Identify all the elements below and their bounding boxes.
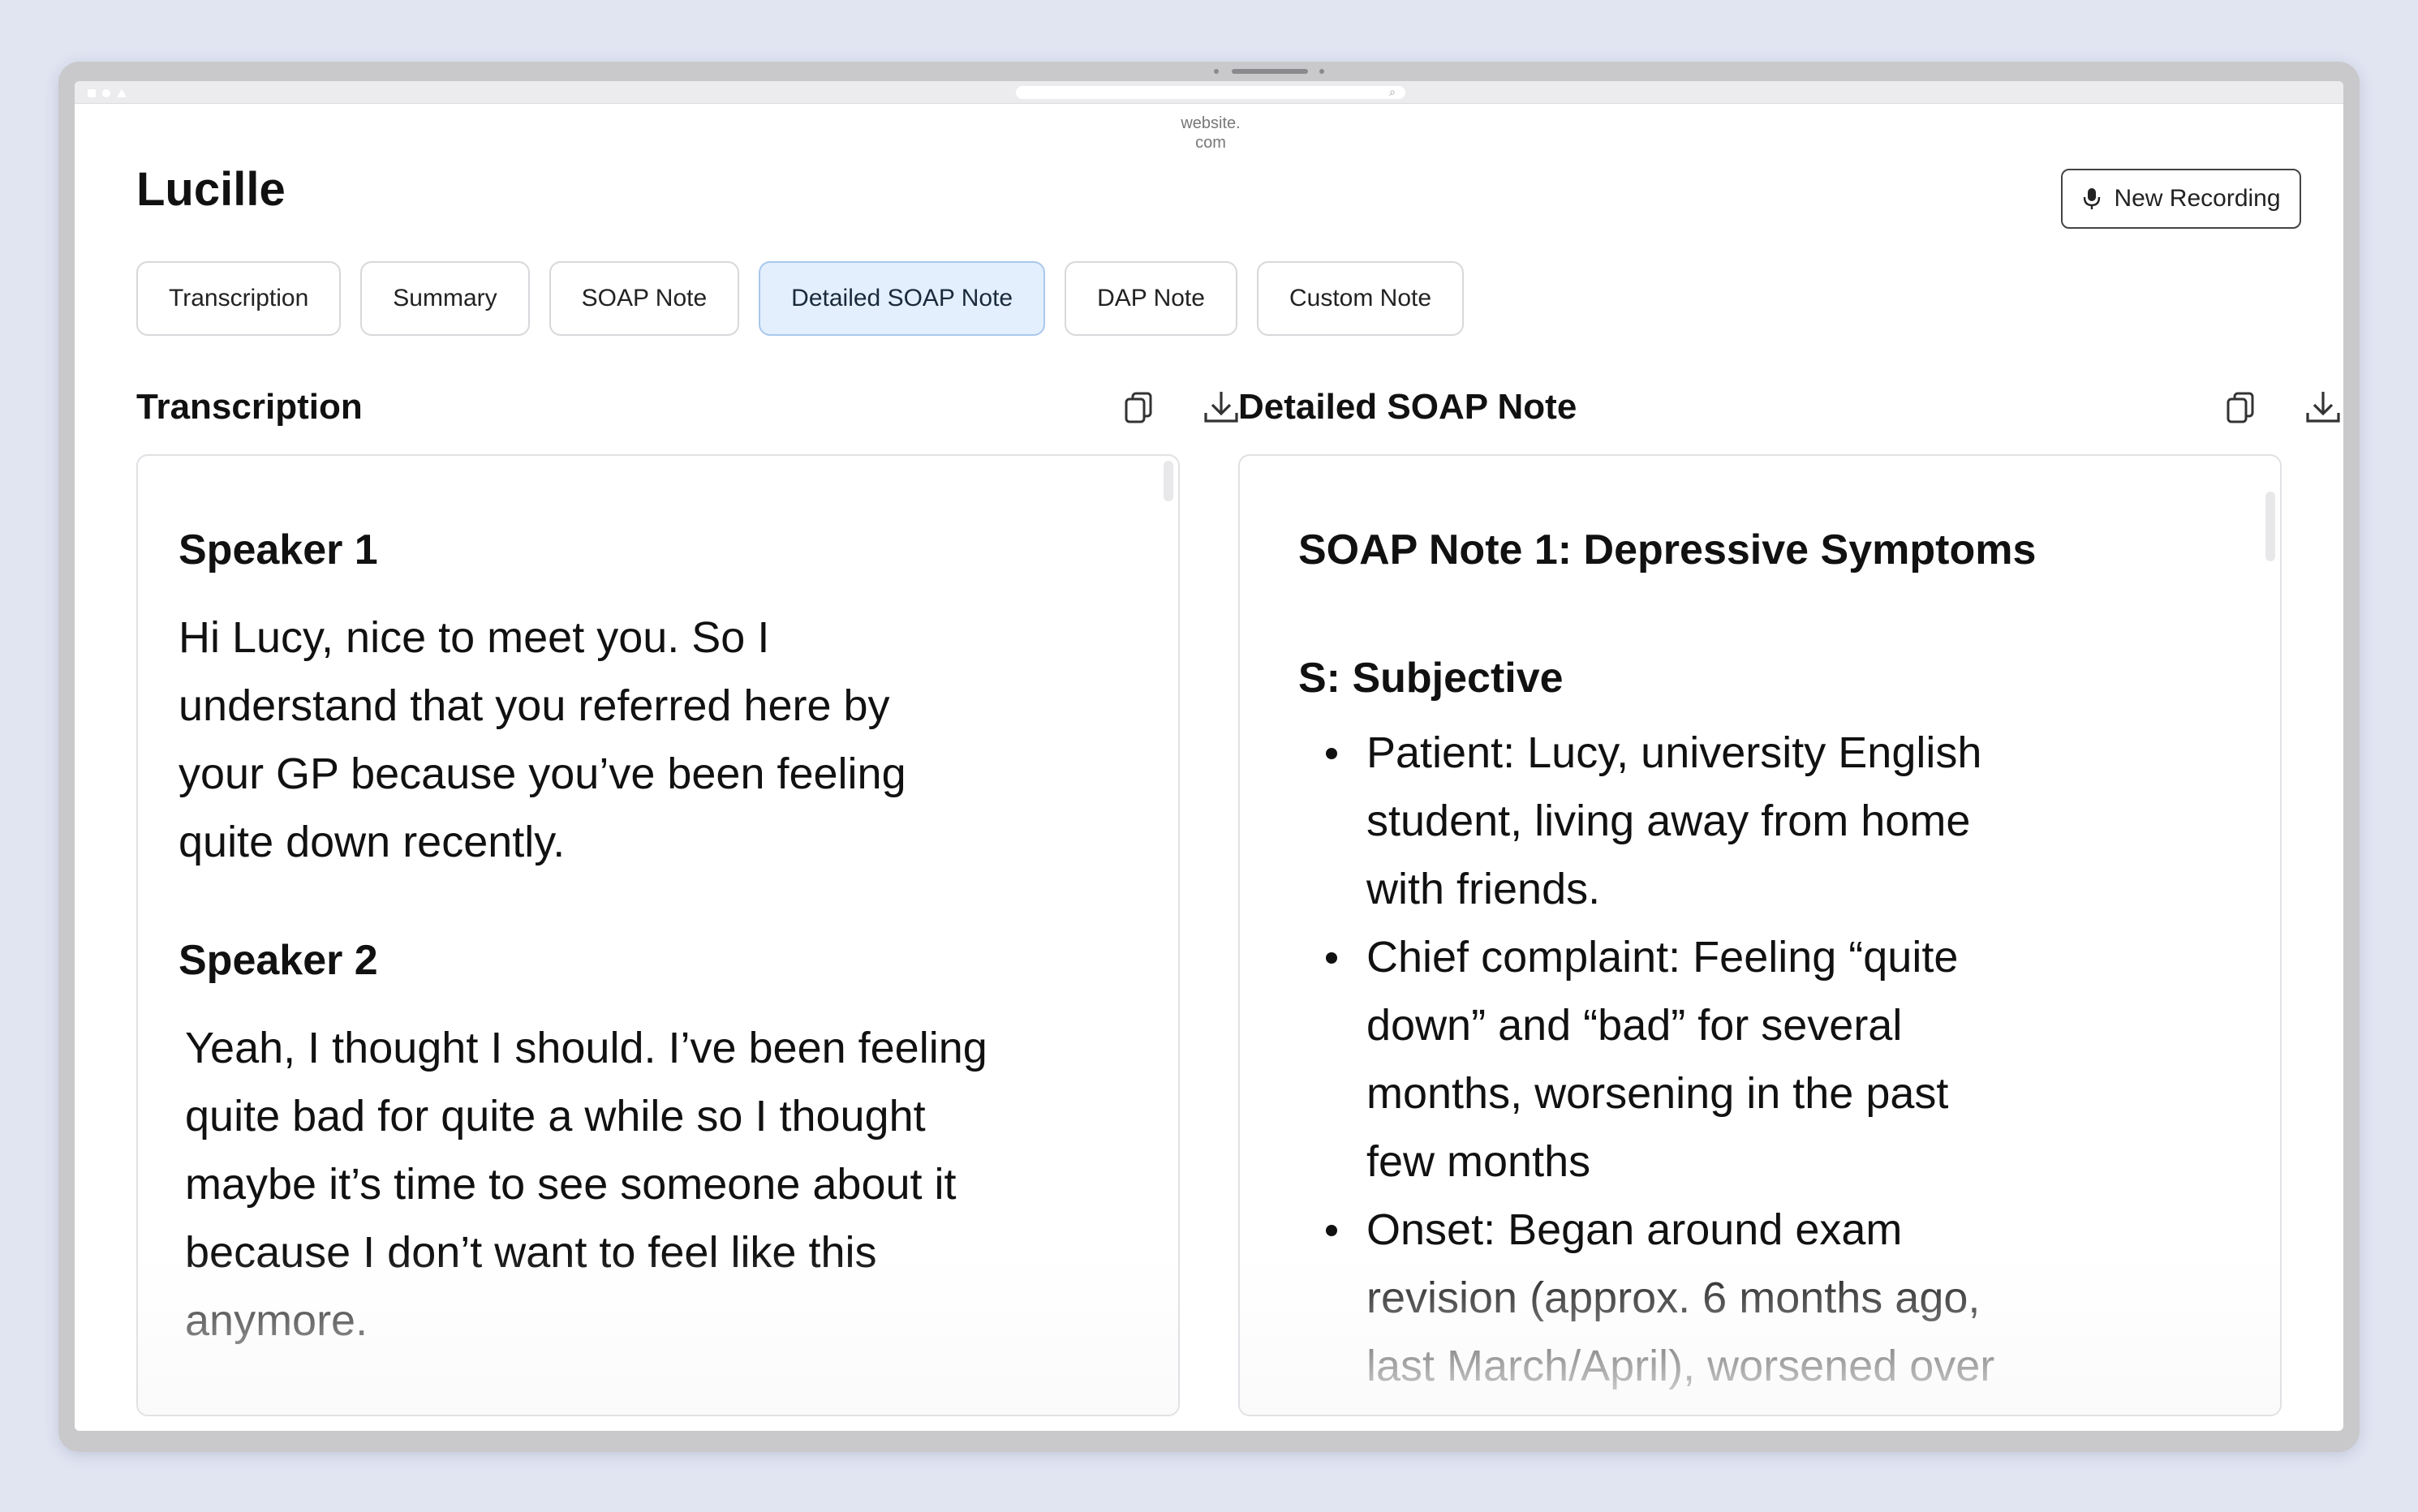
note-heading: SOAP Note 1: Depressive Symptoms (1298, 526, 2037, 573)
tab-dap-note[interactable]: DAP Note (1065, 261, 1237, 336)
note-panel[interactable]: SOAP Note 1: Depressive Symptoms S: Subj… (1238, 454, 2282, 1416)
close-window-icon[interactable] (88, 89, 96, 97)
address-bar[interactable]: ⌕ (1016, 85, 1405, 99)
copy-icon[interactable] (2222, 387, 2262, 427)
tab-summary[interactable]: Summary (360, 261, 530, 336)
transcription-panel[interactable]: Speaker 1 Hi Lucy, nice to meet you. So … (136, 454, 1180, 1416)
app-window: ⌕ website. com Lucille New Recording Tra… (75, 81, 2343, 1431)
minimize-window-icon[interactable] (102, 89, 110, 97)
note-tabs: Transcription Summary SOAP Note Detailed… (136, 261, 1465, 336)
list-item: Patient: Lucy, university English studen… (1298, 719, 1994, 923)
speech-text: Yeah, I thought I should. I’ve been feel… (185, 1024, 987, 1345)
tab-custom-note[interactable]: Custom Note (1256, 261, 1465, 336)
list-item: Chief complaint: Feeling “quite down” an… (1298, 923, 1994, 1196)
speech-text: Hi Lucy, nice to meet you. So I understa… (179, 613, 906, 866)
list-item: Onset: Began around exam revision (appro… (1298, 1196, 1994, 1400)
download-icon[interactable] (1201, 387, 1241, 427)
window-controls[interactable] (88, 89, 127, 97)
copy-icon[interactable] (1120, 387, 1160, 427)
tab-transcription[interactable]: Transcription (136, 261, 342, 336)
page-title: Lucille (136, 163, 286, 216)
transcription-title: Transcription (136, 387, 363, 427)
device-notch (1214, 68, 1327, 75)
scrollbar[interactable] (1164, 461, 1173, 501)
search-icon: ⌕ (1389, 85, 1396, 98)
download-icon[interactable] (2303, 387, 2343, 427)
tab-soap-note[interactable]: SOAP Note (549, 261, 740, 336)
url-text: website. com (1181, 114, 1241, 152)
new-recording-label: New Recording (2114, 185, 2281, 212)
transcription-header: Transcription (136, 383, 1241, 432)
microphone-icon (2084, 188, 2101, 209)
subjective-list: Patient: Lucy, university English studen… (1298, 719, 1994, 1400)
speaker-label: Speaker 2 (179, 937, 378, 984)
tab-detailed-soap-note[interactable]: Detailed SOAP Note (759, 261, 1046, 336)
note-panel-title: Detailed SOAP Note (1238, 387, 1577, 427)
speaker-label: Speaker 1 (179, 526, 378, 573)
note-header: Detailed SOAP Note (1238, 383, 2343, 432)
scrollbar[interactable] (2265, 492, 2275, 561)
section-heading: S: Subjective (1298, 655, 1564, 702)
device-frame: ⌕ website. com Lucille New Recording Tra… (58, 62, 2360, 1452)
browser-toolbar: ⌕ (75, 81, 2343, 104)
new-recording-button[interactable]: New Recording (2061, 169, 2301, 229)
maximize-window-icon[interactable] (117, 89, 127, 97)
